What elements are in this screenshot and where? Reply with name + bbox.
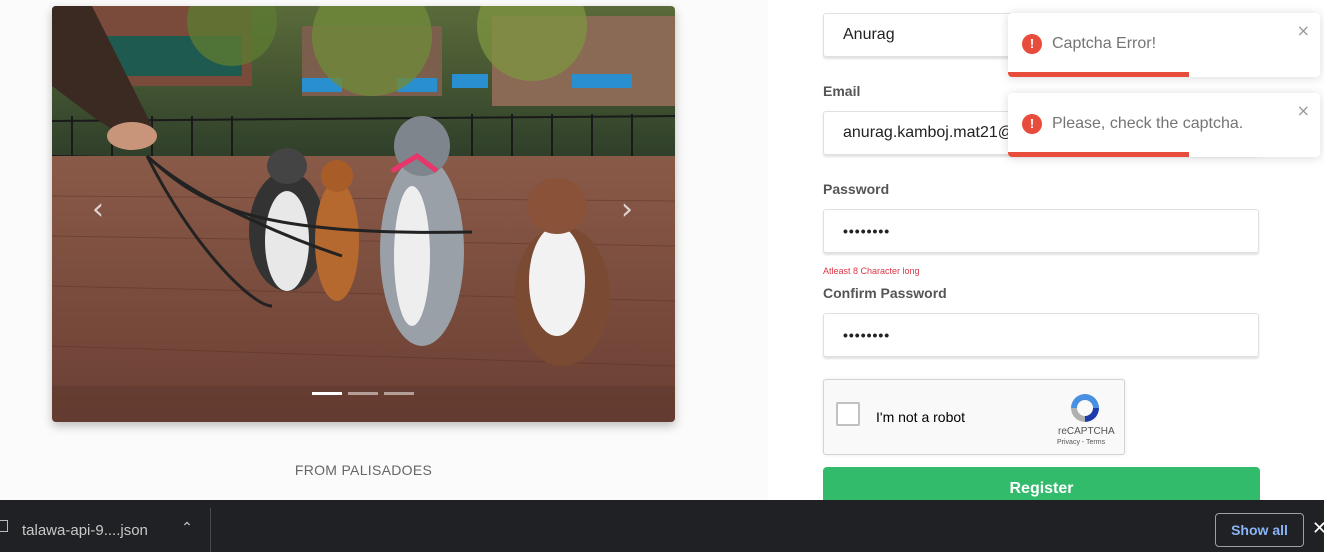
recaptcha-checkbox[interactable] bbox=[836, 402, 860, 426]
toast-message: Captcha Error! bbox=[1052, 35, 1157, 52]
recaptcha-label: I'm not a robot bbox=[876, 409, 966, 425]
carousel-indicator-3[interactable] bbox=[384, 392, 414, 395]
carousel-slide-image bbox=[52, 6, 675, 422]
toast-check-captcha: ! Please, check the captcha. × bbox=[1008, 93, 1320, 157]
toast-message: Please, check the captcha. bbox=[1052, 115, 1244, 132]
download-bar: talawa-api-9....json ⌃ bbox=[0, 500, 1324, 552]
carousel-indicator-1[interactable] bbox=[312, 392, 342, 395]
toast-progress-bar bbox=[1008, 152, 1189, 157]
file-icon bbox=[0, 520, 8, 532]
email-label: Email bbox=[823, 83, 861, 99]
confirm-password-label: Confirm Password bbox=[823, 285, 947, 301]
confirm-password-field-value: •••••••• bbox=[843, 327, 891, 343]
password-hint: Atleast 8 Character long bbox=[823, 266, 920, 276]
password-field-value: •••••••• bbox=[843, 223, 891, 239]
toast-progress-bar bbox=[1008, 72, 1189, 77]
email-field-value: anurag.kamboj.mat21@ bbox=[843, 124, 1014, 141]
close-icon[interactable]: ✕ bbox=[1312, 518, 1324, 539]
toast-captcha-error: ! Captcha Error! × bbox=[1008, 13, 1320, 77]
toast-close-icon[interactable]: × bbox=[1297, 103, 1310, 119]
carousel-indicator-2[interactable] bbox=[348, 392, 378, 395]
recaptcha-terms-link[interactable]: Privacy - Terms bbox=[1057, 439, 1105, 446]
download-filename[interactable]: talawa-api-9....json bbox=[22, 522, 148, 539]
name-field-value: Anurag bbox=[843, 26, 895, 43]
exclamation-icon: ! bbox=[1022, 114, 1042, 134]
image-carousel: ‹ › bbox=[52, 6, 675, 422]
toast-close-icon[interactable]: × bbox=[1297, 23, 1310, 39]
recaptcha-widget: I'm not a robot reCAPTCHA Privacy - Term… bbox=[823, 379, 1125, 455]
chevron-up-icon[interactable]: ⌃ bbox=[178, 518, 196, 536]
password-field[interactable]: •••••••• bbox=[823, 209, 1259, 253]
recaptcha-logo-icon bbox=[1071, 394, 1099, 422]
carousel-prev-button[interactable]: ‹ bbox=[86, 195, 110, 225]
password-label: Password bbox=[823, 181, 890, 197]
show-all-button[interactable]: Show all bbox=[1215, 513, 1304, 547]
exclamation-icon: ! bbox=[1022, 34, 1042, 54]
divider bbox=[210, 508, 211, 552]
carousel-next-button[interactable]: › bbox=[615, 195, 639, 225]
carousel-caption: FROM PALISADOES bbox=[294, 462, 433, 478]
recaptcha-brand: reCAPTCHA bbox=[1058, 426, 1115, 437]
confirm-password-field[interactable]: •••••••• bbox=[823, 313, 1259, 357]
